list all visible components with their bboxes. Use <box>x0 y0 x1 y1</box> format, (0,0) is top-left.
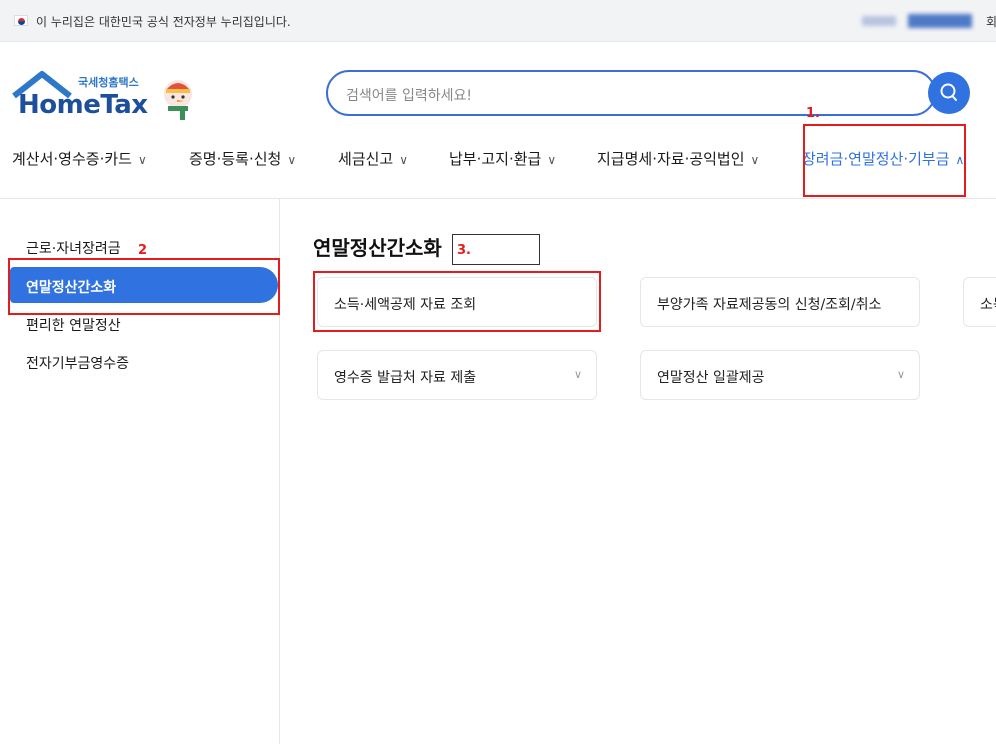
gnb-item-label: 지급명세·자료·공익법인 <box>597 150 745 168</box>
card-yearend-bulk-provision[interactable]: 연말정산 일괄제공 ∨ <box>640 350 920 400</box>
gnb-item-label: 계산서·영수증·카드 <box>12 150 132 168</box>
annotation-number-2: 2 <box>138 243 148 258</box>
lnb-item-electronic-donation-receipt[interactable]: 전자기부금영수증 <box>26 353 129 373</box>
chevron-down-icon: ∨ <box>137 153 147 167</box>
chevron-down-icon: ∨ <box>573 368 582 381</box>
card-label: 연말정산 일괄제공 <box>657 370 765 386</box>
card-income-partial[interactable]: 소득 <box>963 277 996 327</box>
logo-title: HomeTax <box>18 90 148 120</box>
logo-subtitle: 국세청홈택스 <box>78 76 139 89</box>
snowman-mascot-icon <box>164 80 192 120</box>
gnb-item-tax-filing[interactable]: 세금신고 ∨ <box>338 148 408 169</box>
annotation-box-2 <box>8 258 280 315</box>
gov-banner-text: 이 누리집은 대한민국 공식 전자정부 누리집입니다. <box>36 15 291 29</box>
page-title: 연말정산간소화 <box>313 236 442 260</box>
chevron-down-icon: ∨ <box>547 153 557 167</box>
search-button[interactable] <box>928 72 970 114</box>
chevron-down-icon: ∨ <box>399 153 408 167</box>
gov-banner-right-text[interactable]: 회 <box>986 13 996 30</box>
gnb-item-invoice-receipt-card[interactable]: 계산서·영수증·카드 ∨ <box>12 148 147 169</box>
gov-banner: 이 누리집은 대한민국 공식 전자정부 누리집입니다. 회 <box>0 0 996 42</box>
chevron-down-icon: ∨ <box>750 153 760 167</box>
lnb-item-work-child-incentive[interactable]: 근로·자녀장려금 <box>26 238 121 258</box>
search-icon <box>940 83 957 101</box>
card-dependent-consent[interactable]: 부양가족 자료제공동의 신청/조회/취소 <box>640 277 920 327</box>
hometax-logo[interactable]: 국세청홈택스 HomeTax <box>12 70 212 130</box>
blurred-user-info <box>862 16 896 26</box>
chevron-down-icon: ∨ <box>287 153 297 167</box>
chevron-down-icon: ∨ <box>896 368 905 381</box>
card-receipt-issuer-submission[interactable]: 영수증 발급처 자료 제출 ∨ <box>317 350 597 400</box>
blurred-user-name[interactable] <box>908 14 972 28</box>
card-label: 영수증 발급처 자료 제출 <box>334 370 477 386</box>
gnb-item-label: 세금신고 <box>338 150 394 168</box>
annotation-box-3 <box>313 271 601 332</box>
gnb-item-label: 납부·고지·환급 <box>449 150 542 168</box>
annotation-number-1: 1. <box>806 106 820 121</box>
search-input[interactable]: 검색어를 입력하세요! <box>346 85 472 105</box>
lnb-item-convenient-yearend[interactable]: 편리한 연말정산 <box>26 315 121 335</box>
gnb-item-payment-notice-refund[interactable]: 납부·고지·환급 ∨ <box>449 148 556 169</box>
annotation-box-1 <box>803 124 966 197</box>
gnb-item-certificate-registration[interactable]: 증명·등록·신청 ∨ <box>189 148 296 169</box>
korea-flag-icon <box>14 15 28 26</box>
gnb-item-payment-statement[interactable]: 지급명세·자료·공익법인 ∨ <box>597 148 759 169</box>
annotation-number-3: 3. <box>457 243 471 258</box>
gnb-item-label: 증명·등록·신청 <box>189 150 282 168</box>
card-label: 소득 <box>980 297 996 313</box>
card-label: 부양가족 자료제공동의 신청/조회/취소 <box>657 297 882 313</box>
search-bar[interactable]: 검색어를 입력하세요! <box>326 70 936 116</box>
